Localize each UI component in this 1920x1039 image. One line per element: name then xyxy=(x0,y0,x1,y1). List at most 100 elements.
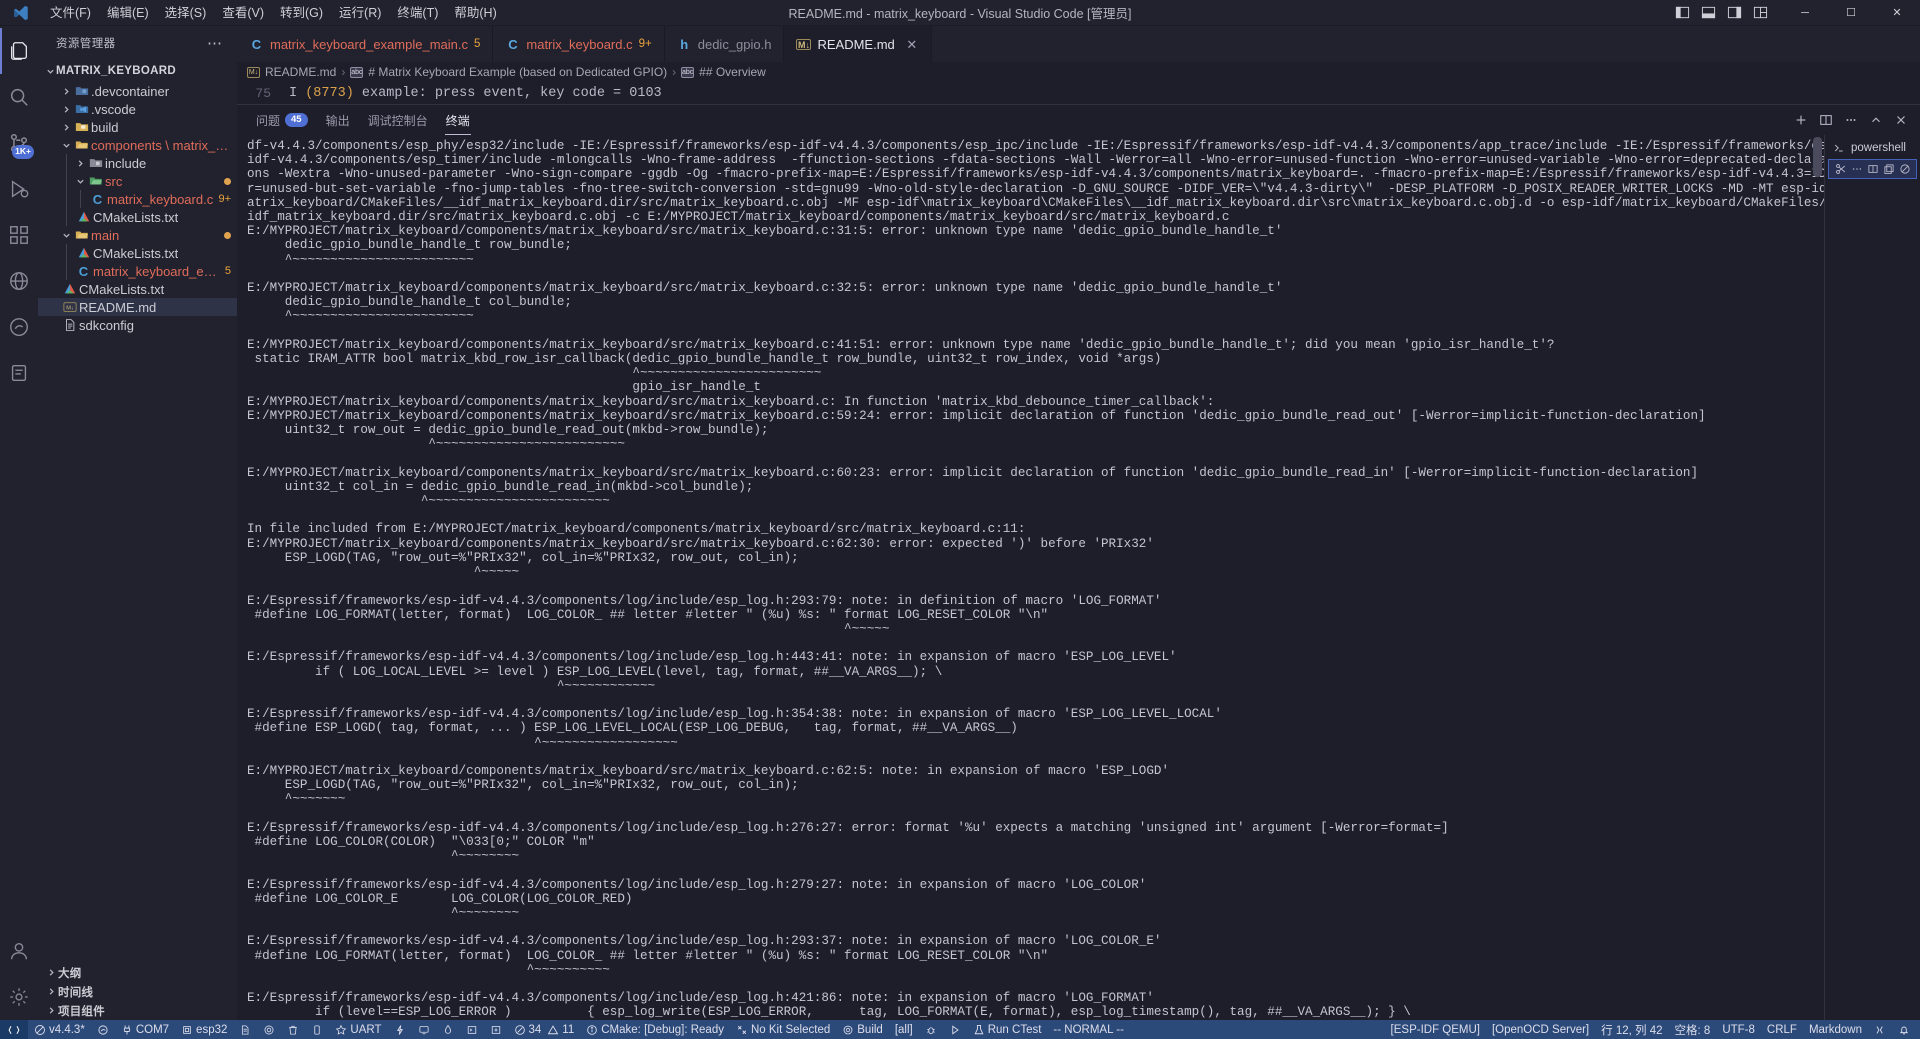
status-idf-monitor[interactable]: UART xyxy=(329,1020,387,1039)
tab-matrix-keyboard-example-main-c[interactable]: C matrix_keyboard_example_main.c 5 xyxy=(237,26,494,62)
status-idf-terminal[interactable] xyxy=(460,1020,484,1039)
tab-matrix-keyboard-c[interactable]: C matrix_keyboard.c 9+ xyxy=(493,26,665,62)
status-indentation[interactable]: 空格: 8 xyxy=(1669,1020,1717,1039)
toggle-panel-icon[interactable] xyxy=(1696,2,1720,24)
status-cmake-kit[interactable]: No Kit Selected xyxy=(730,1020,836,1039)
section-timeline[interactable]: 时间线 xyxy=(38,982,237,1001)
terminal-more-icon[interactable] xyxy=(1851,162,1863,177)
tab-close-icon[interactable]: ✕ xyxy=(905,37,919,53)
status-remote-indicator[interactable] xyxy=(0,1020,28,1039)
activity-testing[interactable] xyxy=(0,350,38,396)
tree-root-matrix-keyboard[interactable]: MATRIX_KEYBOARD xyxy=(38,60,237,82)
panel-tab-debug-console[interactable]: 调试控制台 xyxy=(359,105,437,135)
status-idf-debug[interactable] xyxy=(436,1020,460,1039)
status-warnings[interactable]: 11 xyxy=(547,1020,580,1039)
status-idf-menuconfig[interactable] xyxy=(233,1020,257,1039)
activity-source-control[interactable]: 1K+ xyxy=(0,120,38,166)
window-close-button[interactable]: ✕ xyxy=(1874,0,1920,26)
tree-item-vscode[interactable]: .vscode xyxy=(38,100,237,118)
tree-item-include[interactable]: include xyxy=(38,154,237,172)
explorer-more-icon[interactable]: ⋯ xyxy=(207,34,229,52)
menu-run[interactable]: 运行(R) xyxy=(331,0,389,26)
panel-tab-output[interactable]: 输出 xyxy=(317,105,359,135)
activity-explorer[interactable] xyxy=(0,28,38,74)
menu-terminal[interactable]: 终端(T) xyxy=(389,0,446,26)
activity-settings[interactable] xyxy=(0,974,38,1020)
breadcrumb-item-heading2[interactable]: ## Overview xyxy=(699,65,766,79)
more-actions-icon[interactable] xyxy=(1840,109,1862,131)
activity-remote-explorer[interactable] xyxy=(0,258,38,304)
status-cmake-launch[interactable] xyxy=(943,1020,967,1039)
split-icon[interactable] xyxy=(1867,162,1879,177)
breadcrumb-item-heading1[interactable]: # Matrix Keyboard Example (based on Dedi… xyxy=(368,65,667,79)
activity-search[interactable] xyxy=(0,74,38,120)
terminal-list-item-powershell[interactable]: powershell xyxy=(1825,138,1920,158)
status-language-mode[interactable]: Markdown xyxy=(1803,1020,1868,1039)
tab-readme-md[interactable]: M↓ README.md ✕ xyxy=(784,26,932,62)
new-terminal-icon[interactable] xyxy=(1790,109,1812,131)
terminal-output-area[interactable]: df-v4.4.3/components/esp_phy/esp32/inclu… xyxy=(237,135,1824,1020)
tree-item-sdkconfig[interactable]: sdkconfig xyxy=(38,316,237,334)
status-cmake-debug[interactable] xyxy=(919,1020,943,1039)
status-openocd-server[interactable]: [OpenOCD Server] xyxy=(1486,1020,1595,1039)
status-idf-set-target[interactable] xyxy=(91,1020,115,1039)
status-eol[interactable]: CRLF xyxy=(1761,1020,1803,1039)
tree-item-cmakelists-root[interactable]: CMakeLists.txt xyxy=(38,280,237,298)
tree-item-cmakelists-components[interactable]: CMakeLists.txt xyxy=(38,208,237,226)
status-cmake-target[interactable]: [all] xyxy=(889,1020,919,1039)
split-terminal-icon[interactable] xyxy=(1815,109,1837,131)
activity-extensions[interactable] xyxy=(0,212,38,258)
activity-accounts[interactable] xyxy=(0,928,38,974)
tree-item-main[interactable]: main xyxy=(38,226,237,244)
status-feedback[interactable] xyxy=(1868,1020,1892,1039)
status-encoding[interactable]: UTF-8 xyxy=(1716,1020,1761,1039)
tree-item-readme[interactable]: M↓ README.md xyxy=(38,298,237,316)
status-cmake-status[interactable]: CMake: [Debug]: Ready xyxy=(580,1020,730,1039)
status-idf-add[interactable] xyxy=(484,1020,508,1039)
menu-help[interactable]: 帮助(H) xyxy=(446,0,504,26)
toggle-secondary-sidebar-icon[interactable] xyxy=(1722,2,1746,24)
tab-dedic-gpio-h[interactable]: h dedic_gpio.h xyxy=(664,26,785,62)
tree-item-matrix-keyboard-c[interactable]: C matrix_keyboard.c 9+ xyxy=(38,190,237,208)
tree-item-build[interactable]: build xyxy=(38,118,237,136)
terminal-scrollbar[interactable] xyxy=(1810,135,1824,1020)
status-vim-mode[interactable]: -- NORMAL -- xyxy=(1047,1020,1129,1039)
section-project-components[interactable]: 项目组件 xyxy=(38,1001,237,1020)
customize-layout-icon[interactable] xyxy=(1748,2,1772,24)
copy-icon[interactable] xyxy=(1883,162,1895,177)
status-cursor-position[interactable]: 行 12, 列 42 xyxy=(1595,1020,1668,1039)
menu-selection[interactable]: 选择(S) xyxy=(157,0,215,26)
activity-run-debug[interactable] xyxy=(0,166,38,212)
tree-item-devcontainer[interactable]: .devcontainer xyxy=(38,82,237,100)
status-idf-target[interactable]: esp32 xyxy=(175,1020,233,1039)
editor-content[interactable]: 75 I (8773) example: press event, key co… xyxy=(237,82,1920,104)
maximize-panel-icon[interactable] xyxy=(1865,109,1887,131)
status-serial-port[interactable]: COM7 xyxy=(115,1020,175,1039)
menu-go[interactable]: 转到(G) xyxy=(272,0,331,26)
close-panel-icon[interactable] xyxy=(1890,109,1912,131)
panel-tab-terminal[interactable]: 终端 xyxy=(437,105,479,135)
breadcrumb-item-file[interactable]: README.md xyxy=(265,65,336,79)
window-maximize-button[interactable]: ☐ xyxy=(1828,0,1874,26)
status-esp-idf-qemu[interactable]: [ESP-IDF QEMU] xyxy=(1385,1020,1486,1039)
status-idf-flash[interactable] xyxy=(388,1020,412,1039)
menu-file[interactable]: 文件(F) xyxy=(42,0,99,26)
tree-item-src[interactable]: src xyxy=(38,172,237,190)
status-idf-version[interactable]: v4.4.3* xyxy=(28,1020,91,1039)
section-outline[interactable]: 大纲 xyxy=(38,963,237,982)
kill-terminal-icon[interactable] xyxy=(1835,162,1847,177)
trash-icon[interactable] xyxy=(1899,162,1911,177)
toggle-primary-sidebar-icon[interactable] xyxy=(1670,2,1694,24)
status-errors[interactable]: 34 xyxy=(508,1020,548,1039)
status-idf-device[interactable] xyxy=(305,1020,329,1039)
activity-espressif[interactable] xyxy=(0,304,38,350)
tree-item-cmakelists-main[interactable]: CMakeLists.txt xyxy=(38,244,237,262)
status-notifications[interactable] xyxy=(1892,1020,1916,1039)
menu-edit[interactable]: 编辑(E) xyxy=(99,0,157,26)
menu-view[interactable]: 查看(V) xyxy=(214,0,272,26)
terminal-scrollbar-thumb[interactable] xyxy=(1813,137,1822,177)
tree-item-matrix-keyboard-example[interactable]: C matrix_keyboard_exam... 5 xyxy=(38,262,237,280)
status-idf-monitor-device[interactable] xyxy=(412,1020,436,1039)
status-cmake-build[interactable]: Build xyxy=(836,1020,889,1039)
panel-tab-problems[interactable]: 问题 45 xyxy=(247,105,317,135)
